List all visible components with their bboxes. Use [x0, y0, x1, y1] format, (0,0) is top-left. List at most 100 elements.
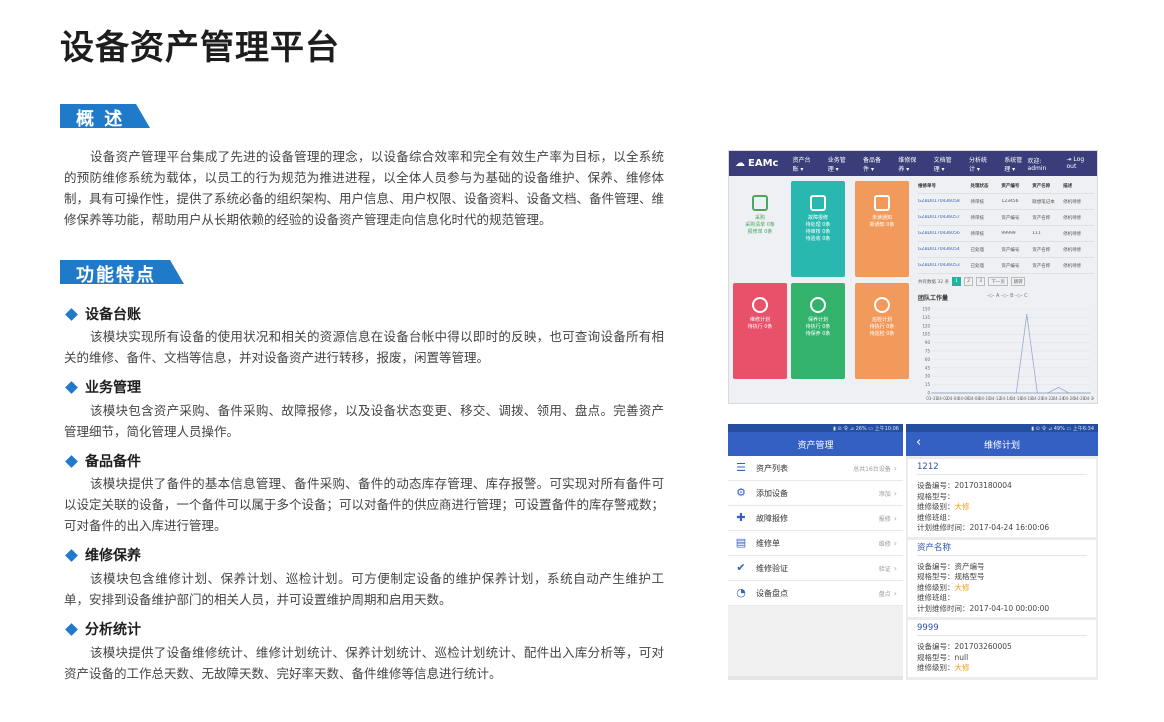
- feature-title-text: 分析统计: [85, 622, 141, 638]
- table-cell: 待审核: [970, 231, 984, 237]
- pager-page[interactable]: 2: [964, 277, 974, 286]
- table-row[interactable]: GZBD0170436053 已处理 资产编号 资产名称 停机待修: [918, 258, 1094, 274]
- table-header-cell: 处理状态: [970, 183, 989, 189]
- app-logo[interactable]: ☁ EAMc: [735, 158, 778, 169]
- pager-page[interactable]: 1: [952, 277, 962, 286]
- feature-title: 设备台账: [64, 304, 141, 324]
- tile-sub: 待保养 0条: [805, 331, 831, 337]
- table-row[interactable]: GZBD0170436056 待审核 99999 111 停机待修: [918, 226, 1094, 242]
- back-icon[interactable]: ‹: [916, 435, 921, 450]
- table-header-cell: 维修单号: [918, 183, 936, 189]
- clock-icon: [810, 297, 826, 313]
- table-cell: 停机待修: [1063, 231, 1082, 237]
- tile-label: 巡检计划: [871, 317, 892, 323]
- table-cell: 资产名称: [1032, 263, 1051, 269]
- table-cell: 资产名称: [1032, 247, 1051, 253]
- repair-table: 维修单号 处理状态 资产编号 资产名称 描述 GZBD0170436058 待审核 12345…: [918, 178, 1094, 274]
- chart-y-tick-label: 90: [925, 340, 931, 345]
- plan-card[interactable]: 1212 设备编号：201703180004 规格型号： 维修级别：大修 维修班组： 计划…: [908, 459, 1096, 537]
- chart-point: [984, 392, 986, 394]
- plan-card-body: 设备编号：201703180004 规格型号： 维修级别：大修 维修班组： 计划维修时间…: [917, 475, 1087, 537]
- dashboard-tile[interactable]: 保养计划 待执行 0条 待保养 0条: [791, 283, 845, 379]
- plan-card-title: 9999: [917, 620, 1087, 636]
- dashboard-tile[interactable]: 维修计划 待执行 0条: [733, 283, 787, 379]
- plan-field-value: 规格型号: [954, 572, 985, 581]
- chart-y-tick-label: 45: [925, 365, 931, 370]
- table-cell: 停机待修: [1063, 247, 1082, 253]
- nav-menu-item[interactable]: 业务管理 ▾: [828, 155, 851, 173]
- feature-title: 业务管理: [64, 377, 141, 397]
- plan-card-line: 设备编号：资产编号: [917, 562, 1087, 573]
- nav-menu-item[interactable]: 资产台账 ▾: [792, 155, 815, 173]
- nav-menu-item[interactable]: 文档管理 ▾: [934, 155, 957, 173]
- nav-menu-item[interactable]: 备品备件 ▾: [863, 155, 886, 173]
- nav-menu-item[interactable]: 维修保养 ▾: [898, 155, 921, 173]
- pager-info: 共有数据 32 条: [918, 279, 950, 285]
- menu-row[interactable]: ✚ 故障报修 报修 ›: [728, 506, 903, 531]
- plan-field-value: 2017-04-24 16:00:06: [969, 523, 1050, 532]
- pager-page[interactable]: 3: [976, 277, 986, 286]
- dashboard-tile[interactable]: 故障报修 待处理 0条 待审核 0条 待验收 0条: [791, 181, 845, 277]
- menu-row[interactable]: ◔ 设备盘点 盘点 ›: [728, 581, 903, 606]
- table-row[interactable]: GZBD0170436058 待审核 123456 联想笔记本 停机待修: [918, 194, 1094, 210]
- table-cell: 资产编号: [1001, 247, 1020, 253]
- logout-link[interactable]: ⇥ Log out: [1066, 156, 1091, 172]
- pager-next[interactable]: 下一页: [988, 277, 1009, 286]
- nav-menu-item[interactable]: 系统管理 ▾: [1004, 155, 1027, 173]
- chart-y-tick-label: 60: [925, 357, 931, 362]
- user-greeting: 欢迎: admin: [1027, 157, 1047, 172]
- chevron-right-icon: ›: [893, 563, 897, 573]
- plan-card-line: 计划维修时间：2017-04-24 16:00:06: [917, 523, 1087, 534]
- plan-card[interactable]: 9999 设备编号：201703260005 规格型号：null 维修级别：大修: [908, 620, 1096, 677]
- chart-point: [931, 392, 933, 394]
- plan-field-value: 大修: [954, 502, 970, 511]
- feature-text: 该模块实现所有设备的使用状况和相关的资源信息在设备台帐中得以即时的反映，也可查询…: [64, 329, 664, 365]
- feature-text: 该模块包含维修计划、保养计划、巡检计划。可方便制定设备的维护保养计划，系统自动产…: [64, 571, 664, 607]
- check-icon: ✔: [736, 561, 746, 574]
- chevron-right-icon: ›: [893, 538, 897, 548]
- team-workload-title: 团队工作量: [918, 295, 949, 302]
- chart-point: [1078, 392, 1081, 394]
- feature-text: 该模块提供了设备维修统计、维修计划统计、保养计划统计、巡检计划统计、配件出入库分…: [64, 645, 664, 681]
- plan-card-title: 1212: [917, 459, 1087, 475]
- feature-title-text: 维修保养: [85, 548, 141, 564]
- plan-card-line: 规格型号：: [917, 492, 1087, 503]
- dashboard-tile[interactable]: 采购 采购清单 0条 报修单 0条: [733, 181, 787, 277]
- menu-row[interactable]: ☰ 资产列表 总共16台设备 ›: [728, 456, 903, 481]
- table-cell: 资产名称: [1032, 215, 1051, 221]
- team-workload-chart: 015304560759010512013515003-3104-0204-04…: [922, 307, 1094, 402]
- plan-field-label: 规格型号：: [917, 572, 955, 581]
- chart-point: [1026, 392, 1028, 394]
- menu-row[interactable]: ⚙ 添加设备 添加 ›: [728, 481, 903, 506]
- menu-row[interactable]: ✔ 维修验证 验证 ›: [728, 556, 903, 581]
- gear-icon: ⚙: [736, 486, 746, 499]
- table-row[interactable]: GZBD0170436057 待审核 资产编号 资产名称 停机待修: [918, 210, 1094, 226]
- tile-sub: 报修单 0条: [747, 229, 773, 235]
- menu-row[interactable]: ▤ 维修单 维修 ›: [728, 531, 903, 556]
- plan-card[interactable]: 资产名称 设备编号：资产编号 规格型号：规格型号 维修级别：大修 维修班组： 计划维修时间…: [908, 539, 1096, 617]
- table-header-cell: 描述: [1063, 183, 1073, 189]
- asset-header: 资产管理: [728, 432, 903, 456]
- tab-bar[interactable]: [728, 676, 903, 680]
- pager-go[interactable]: 跳转: [1011, 277, 1026, 286]
- nav-menu-item[interactable]: 分析统计 ▾: [969, 155, 992, 173]
- table-cell: 已处理: [970, 263, 984, 269]
- chart-y-tick-label: 120: [922, 323, 930, 328]
- table-cell: 停机待修: [1063, 263, 1082, 269]
- overview-heading: 概 述: [60, 104, 660, 130]
- dashboard-tile[interactable]: 巡检计划 待执行 0条 待巡检 0条: [855, 283, 909, 379]
- chart-y-tick-label: 15: [925, 382, 931, 387]
- tile-sub: 待巡检 0条: [869, 331, 895, 337]
- table-cell: 资产编号: [1001, 215, 1020, 221]
- chart-point: [1089, 392, 1091, 394]
- dashboard-tile[interactable]: 未读通知 新通知 0条: [855, 181, 909, 277]
- plan-field-label: 维修班组：: [917, 512, 955, 522]
- diamond-icon: [65, 622, 78, 636]
- tile-sub: 待执行 0条: [869, 324, 895, 330]
- feature-title: 分析统计: [64, 619, 141, 639]
- features-heading-text: 功能特点: [76, 265, 156, 286]
- table-row[interactable]: GZBD0170436054 已处理 资产编号 资产名称 停机待修: [918, 242, 1094, 258]
- plan-field-value: 2017-04-10 00:00:00: [969, 603, 1050, 613]
- table-header-cell: 资产编号: [1001, 183, 1020, 189]
- plan-card-line: 规格型号：null: [917, 653, 1087, 664]
